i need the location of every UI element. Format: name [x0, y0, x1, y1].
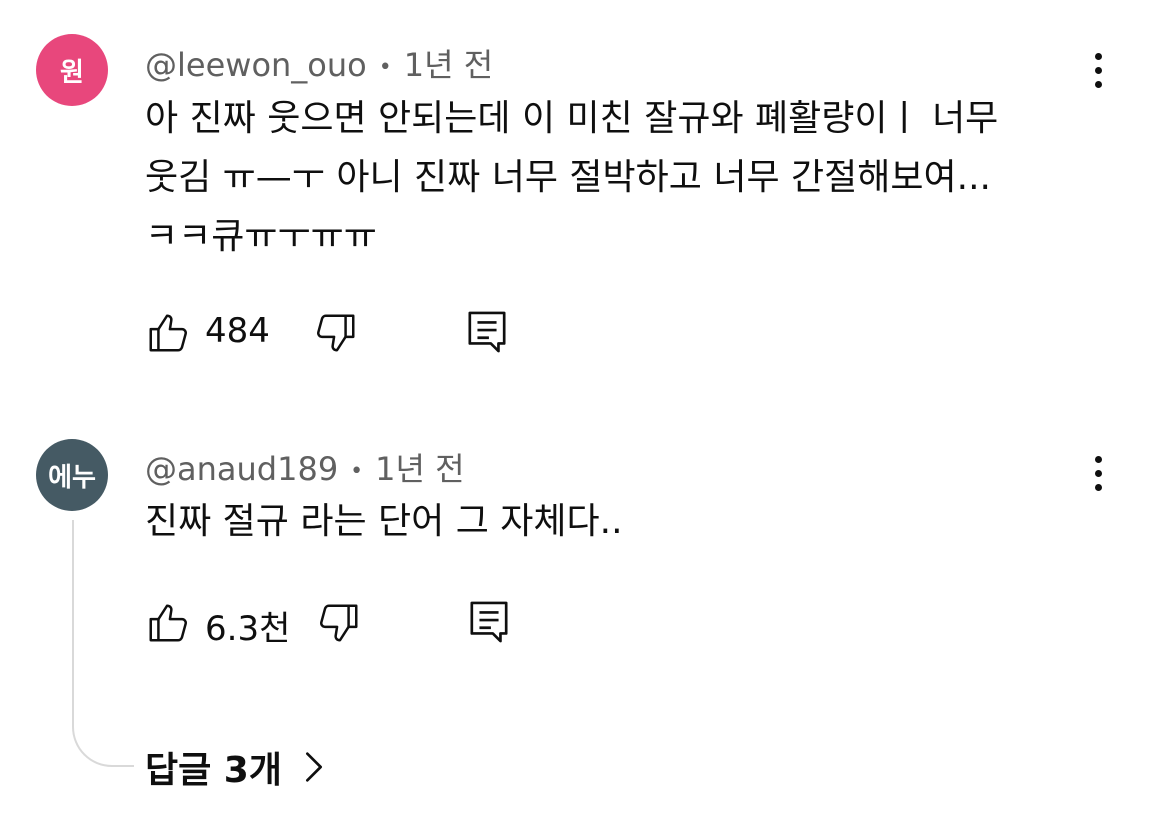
comment-meta: @anaud189 • 1년 전: [145, 444, 465, 490]
more-vert-icon[interactable]: [1078, 450, 1118, 500]
like-count: 6.3천: [205, 609, 291, 649]
like-icon[interactable]: [145, 310, 191, 360]
reply-icon[interactable]: [466, 309, 508, 359]
avatar[interactable]: 원: [36, 34, 108, 106]
view-replies-button[interactable]: 답글 3개: [145, 741, 324, 793]
comment-meta: @leewon_ouo • 1년 전: [145, 40, 493, 86]
like-count: 484: [205, 311, 270, 351]
comment-text-line: 웃김 ㅠ—ㅜ 아니 진짜 너무 절박하고 너무 간절해보여...: [145, 157, 991, 198]
comment-text-line: 진짜 절규 라는 단어 그 자체다..: [145, 501, 623, 542]
replies-label: 답글 3개: [145, 750, 282, 791]
dislike-icon[interactable]: [313, 310, 359, 360]
more-vert-icon[interactable]: [1078, 47, 1118, 97]
avatar-initials: 원: [60, 57, 84, 88]
comment-author[interactable]: @anaud189: [145, 450, 338, 488]
comment-text-line: 아 진짜 웃으면 안되는데 이 미친 잘규와 폐활량이ㅣ 너무: [145, 98, 999, 139]
comment-text: 진짜 절규 라는 단어 그 자체다..: [145, 492, 623, 551]
avatar[interactable]: 에누: [36, 439, 108, 511]
comment-timestamp[interactable]: 1년 전: [404, 46, 493, 84]
meta-separator: •: [378, 54, 392, 80]
dislike-icon[interactable]: [316, 600, 362, 650]
like-icon[interactable]: [145, 600, 191, 650]
avatar-initials: 에누: [48, 462, 96, 493]
reply-icon[interactable]: [468, 599, 510, 649]
reply-thread-line: [72, 520, 134, 767]
comment-author[interactable]: @leewon_ouo: [145, 46, 367, 84]
comment-text: 아 진짜 웃으면 안되는데 이 미친 잘규와 폐활량이ㅣ 너무 웃김 ㅠ—ㅜ 아…: [145, 89, 998, 266]
comment-timestamp[interactable]: 1년 전: [375, 450, 464, 488]
comment-text-line: ㅋㅋ큐ㅠㅜㅠㅠ: [145, 216, 377, 257]
meta-separator: •: [350, 458, 364, 484]
chevron-right-icon: [304, 750, 324, 784]
